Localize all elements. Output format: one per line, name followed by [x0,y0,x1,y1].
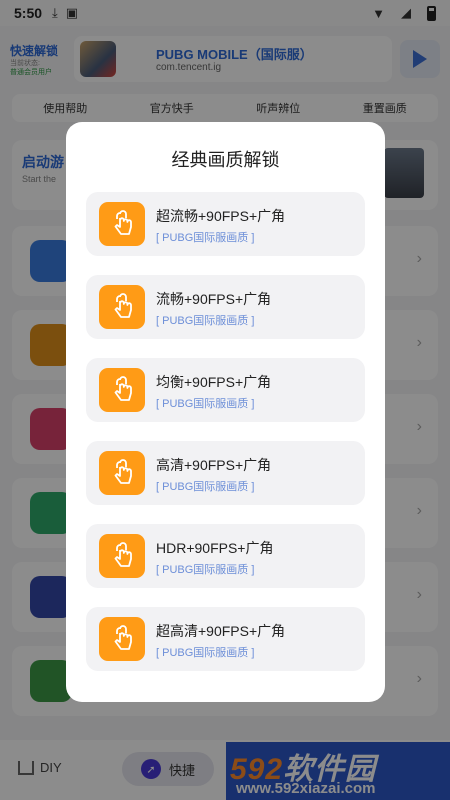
quality-option[interactable]: 均衡+90FPS+广角 [ PUBG国际服画质 ] [86,358,365,422]
tap-icon [99,451,145,495]
option-subtitle: [ PUBG国际服画质 ] [156,398,255,410]
quality-option[interactable]: 流畅+90FPS+广角 [ PUBG国际服画质 ] [86,275,365,339]
option-subtitle: [ PUBG国际服画质 ] [156,481,255,493]
tap-icon [99,617,145,661]
quality-option[interactable]: 高清+90FPS+广角 [ PUBG国际服画质 ] [86,441,365,505]
option-subtitle: [ PUBG国际服画质 ] [156,647,255,659]
tap-icon [99,534,145,578]
tap-icon [99,202,145,246]
tap-icon [99,368,145,412]
option-subtitle: [ PUBG国际服画质 ] [156,232,255,244]
option-title: 超流畅+90FPS+广角 [156,208,286,224]
option-title: 均衡+90FPS+广角 [156,374,272,390]
option-title: 超高清+90FPS+广角 [156,623,286,639]
dialog-title: 经典画质解锁 [171,150,280,170]
option-title: HDR+90FPS+广角 [156,540,274,556]
option-subtitle: [ PUBG国际服画质 ] [156,315,255,327]
option-title: 流畅+90FPS+广角 [156,291,272,307]
quality-unlock-dialog: 经典画质解锁 超流畅+90FPS+广角 [ PUBG国际服画质 ] 流畅+90F… [66,122,385,702]
quality-option[interactable]: 超流畅+90FPS+广角 [ PUBG国际服画质 ] [86,192,365,256]
quality-option[interactable]: 超高清+90FPS+广角 [ PUBG国际服画质 ] [86,607,365,671]
tap-icon [99,285,145,329]
option-subtitle: [ PUBG国际服画质 ] [156,564,255,576]
quality-option[interactable]: HDR+90FPS+广角 [ PUBG国际服画质 ] [86,524,365,588]
option-title: 高清+90FPS+广角 [156,457,272,473]
